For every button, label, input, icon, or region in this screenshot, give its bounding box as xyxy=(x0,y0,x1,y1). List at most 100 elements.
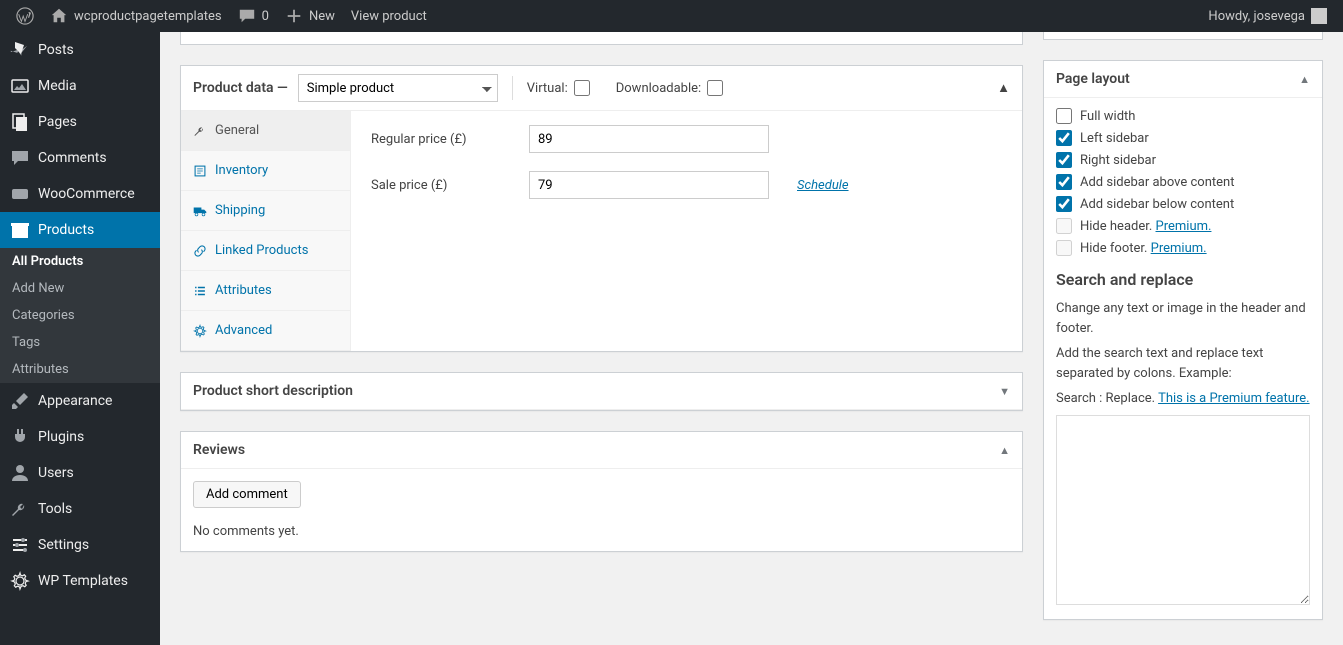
layout-opt-checkbox[interactable] xyxy=(1056,130,1072,146)
premium-link[interactable]: Premium. xyxy=(1156,219,1212,234)
sale-price-label: Sale price (£) xyxy=(371,178,511,193)
brush-icon xyxy=(10,391,30,411)
admin-sidebar: PostsMediaPages Comments WooCommerce Produc… xyxy=(0,32,160,645)
pd-tab-label: Attributes xyxy=(215,283,272,298)
sidebar-item-pages[interactable]: Pages xyxy=(0,104,160,140)
pd-tab-label: Inventory xyxy=(215,163,268,178)
comment-icon xyxy=(10,148,30,168)
sidebar-item-settings[interactable]: Settings xyxy=(0,527,160,563)
pd-tab-label: Shipping xyxy=(215,203,265,218)
site-name[interactable]: wcproductpagetemplates xyxy=(42,0,230,32)
submenu-item-add-new[interactable]: Add New xyxy=(0,275,160,302)
virtual-label: Virtual: xyxy=(527,81,568,96)
tags-box-footer: Choose from the most used tags xyxy=(1043,32,1323,40)
layout-opt-label: Add sidebar above content xyxy=(1080,175,1234,190)
downloadable-label: Downloadable: xyxy=(616,81,701,96)
virtual-checkbox-wrap[interactable]: Virtual: xyxy=(527,80,590,96)
sidebar-item-label: WP Templates xyxy=(38,573,128,589)
note-icon xyxy=(193,164,207,178)
submenu-item-attributes[interactable]: Attributes xyxy=(0,356,160,383)
gear-icon xyxy=(10,571,30,591)
product-type-select[interactable]: Simple product xyxy=(298,74,498,102)
collapse-icon[interactable]: ▲ xyxy=(999,444,1010,457)
sidebar-item-label: Comments xyxy=(38,150,107,166)
search-replace-desc2: Add the search text and replace text sep… xyxy=(1056,344,1310,383)
sidebar-item-users[interactable]: Users xyxy=(0,455,160,491)
layout-opt-label: Left sidebar xyxy=(1080,131,1149,146)
new-label: New xyxy=(309,9,335,24)
submenu-item-tags[interactable]: Tags xyxy=(0,329,160,356)
sidebar-item-media[interactable]: Media xyxy=(0,68,160,104)
hide-footer-checkbox[interactable] xyxy=(1056,240,1072,256)
wp-logo[interactable] xyxy=(8,0,42,32)
archive-icon xyxy=(10,220,30,240)
sidebar-item-posts[interactable]: Posts xyxy=(0,32,160,68)
downloadable-checkbox[interactable] xyxy=(707,80,723,96)
layout-opt-label: Full width xyxy=(1080,109,1135,124)
search-replace-title: Search and replace xyxy=(1056,270,1310,289)
link-icon xyxy=(193,244,207,258)
add-comment-button[interactable]: Add comment xyxy=(193,481,301,508)
admin-bar: wcproductpagetemplates 0 New View produc… xyxy=(0,0,1343,32)
premium-link[interactable]: Premium. xyxy=(1151,241,1207,256)
pd-tab-advanced[interactable]: Advanced xyxy=(181,311,350,351)
downloadable-checkbox-wrap[interactable]: Downloadable: xyxy=(616,80,723,96)
regular-price-label: Regular price (£) xyxy=(371,132,511,147)
comment-icon xyxy=(238,7,256,25)
pd-tab-general[interactable]: General xyxy=(181,111,350,151)
sidebar-item-label: Settings xyxy=(38,537,89,553)
sidebar-item-woocommerce[interactable]: WooCommerce xyxy=(0,176,160,212)
product-data-fields: Regular price (£) Sale price (£) Schedul… xyxy=(351,111,1022,351)
media-icon xyxy=(10,76,30,96)
collapse-icon[interactable]: ▼ xyxy=(999,385,1010,398)
editor-status-bar xyxy=(180,32,1023,45)
comments-bubble[interactable]: 0 xyxy=(230,0,277,32)
account-menu[interactable]: Howdy, josevega xyxy=(1200,0,1335,32)
hide-header-checkbox[interactable] xyxy=(1056,218,1072,234)
hide-footer-label: Hide footer. xyxy=(1080,241,1151,256)
schedule-link[interactable]: Schedule xyxy=(797,178,849,193)
premium-feature-link[interactable]: This is a Premium feature. xyxy=(1158,391,1310,406)
new-content[interactable]: New xyxy=(277,0,343,32)
sidebar-item-label: WooCommerce xyxy=(38,186,135,202)
home-icon xyxy=(50,7,68,25)
pd-tab-attributes[interactable]: Attributes xyxy=(181,271,350,311)
pd-tab-inventory[interactable]: Inventory xyxy=(181,151,350,191)
truck-icon xyxy=(193,204,207,218)
collapse-icon[interactable]: ▲ xyxy=(1299,73,1310,86)
layout-opt-label: Add sidebar below content xyxy=(1080,197,1234,212)
howdy-label: Howdy, josevega xyxy=(1208,9,1305,24)
search-replace-textarea[interactable] xyxy=(1056,415,1310,605)
regular-price-input[interactable] xyxy=(529,125,769,153)
virtual-checkbox[interactable] xyxy=(574,80,590,96)
sale-price-input[interactable] xyxy=(529,171,769,199)
pd-tab-shipping[interactable]: Shipping xyxy=(181,191,350,231)
plug-icon xyxy=(10,427,30,447)
sidebar-item-appearance[interactable]: Appearance xyxy=(0,383,160,419)
layout-opt-checkbox[interactable] xyxy=(1056,108,1072,124)
view-product[interactable]: View product xyxy=(343,0,435,32)
sidebar-item-products[interactable]: Products xyxy=(0,212,160,248)
collapse-icon[interactable]: ▲ xyxy=(997,80,1010,96)
sidebar-item-tools[interactable]: Tools xyxy=(0,491,160,527)
layout-opt-checkbox[interactable] xyxy=(1056,196,1072,212)
sidebar-item-label: Plugins xyxy=(38,429,84,445)
short-description-title: Product short description xyxy=(193,383,353,399)
layout-opt-checkbox[interactable] xyxy=(1056,174,1072,190)
sidebar-item-label: Appearance xyxy=(38,393,112,409)
page-layout-panel: Page layout ▲ Full widthLeft sidebarRigh… xyxy=(1043,60,1323,620)
sidebar-item-plugins[interactable]: Plugins xyxy=(0,419,160,455)
pd-tab-label: Advanced xyxy=(215,323,272,338)
sidebar-item-label: Users xyxy=(38,465,74,481)
submenu-item-all-products[interactable]: All Products xyxy=(0,248,160,275)
no-comments-text: No comments yet. xyxy=(193,524,1010,539)
submenu-item-categories[interactable]: Categories xyxy=(0,302,160,329)
sidebar-item-wp-templates[interactable]: WP Templates xyxy=(0,563,160,599)
sidebar-item-comments[interactable]: Comments xyxy=(0,140,160,176)
pd-tab-linked-products[interactable]: Linked Products xyxy=(181,231,350,271)
view-product-label: View product xyxy=(351,9,427,24)
product-data-tabs: General Inventory Shipping Linked Products A… xyxy=(181,111,351,351)
layout-opt-checkbox[interactable] xyxy=(1056,152,1072,168)
hide-header-label: Hide header. xyxy=(1080,219,1156,234)
wordpress-icon xyxy=(16,7,34,25)
